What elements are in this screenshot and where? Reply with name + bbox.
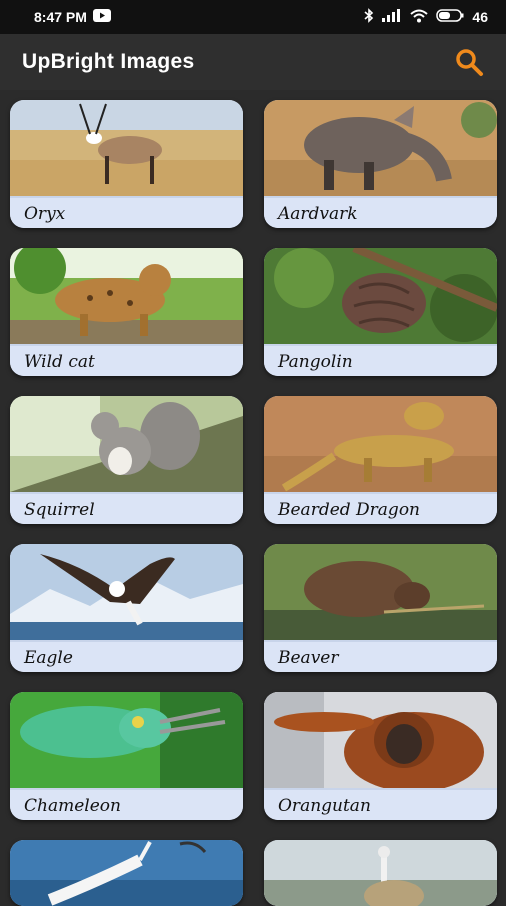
stork-image <box>10 840 243 906</box>
card-orangutan[interactable]: Orangutan <box>264 692 497 820</box>
card-label: Chameleon <box>10 788 243 820</box>
card-goose[interactable] <box>264 840 497 906</box>
status-bar: 8:47 PM 46 <box>0 0 506 34</box>
card-label: Aardvark <box>264 196 497 228</box>
eagle-image <box>10 544 243 640</box>
card-pangolin[interactable]: Pangolin <box>264 248 497 376</box>
search-button[interactable] <box>452 45 486 79</box>
card-label: Bearded Dragon <box>264 492 497 524</box>
card-label: Beaver <box>264 640 497 672</box>
card-eagle[interactable]: Eagle <box>10 544 243 672</box>
card-label: Eagle <box>10 640 243 672</box>
card-beaver[interactable]: Beaver <box>264 544 497 672</box>
card-aardvark[interactable]: Aardvark <box>264 100 497 228</box>
card-wild-cat[interactable]: Wild cat <box>10 248 243 376</box>
wild-cat-image <box>10 248 243 344</box>
card-label: Wild cat <box>10 344 243 376</box>
bearded-dragon-image <box>264 396 497 492</box>
pangolin-image <box>264 248 497 344</box>
image-grid: Oryx Aardvark Wild cat Pangolin Squirrel <box>10 100 498 906</box>
aardvark-image <box>264 100 497 196</box>
beaver-image <box>264 544 497 640</box>
search-icon <box>456 49 483 76</box>
goose-image <box>264 840 497 906</box>
card-label: Squirrel <box>10 492 243 524</box>
youtube-icon <box>92 9 111 25</box>
battery-icon <box>436 9 464 25</box>
oryx-image <box>10 100 243 196</box>
card-chameleon[interactable]: Chameleon <box>10 692 243 820</box>
battery-percent: 46 <box>472 9 488 25</box>
signal-icon <box>382 9 402 25</box>
card-oryx[interactable]: Oryx <box>10 100 243 228</box>
card-stork[interactable] <box>10 840 243 906</box>
app-bar: UpBright Images <box>0 34 506 90</box>
bluetooth-icon <box>364 8 374 26</box>
app-title: UpBright Images <box>22 50 195 73</box>
status-time: 8:47 PM <box>34 9 87 25</box>
card-label: Pangolin <box>264 344 497 376</box>
card-label: Orangutan <box>264 788 497 820</box>
chameleon-image <box>10 692 243 788</box>
wifi-icon <box>410 9 429 26</box>
card-squirrel[interactable]: Squirrel <box>10 396 243 524</box>
orangutan-image <box>264 692 497 788</box>
card-label: Oryx <box>10 196 243 228</box>
card-bearded-dragon[interactable]: Bearded Dragon <box>264 396 497 524</box>
squirrel-image <box>10 396 243 492</box>
